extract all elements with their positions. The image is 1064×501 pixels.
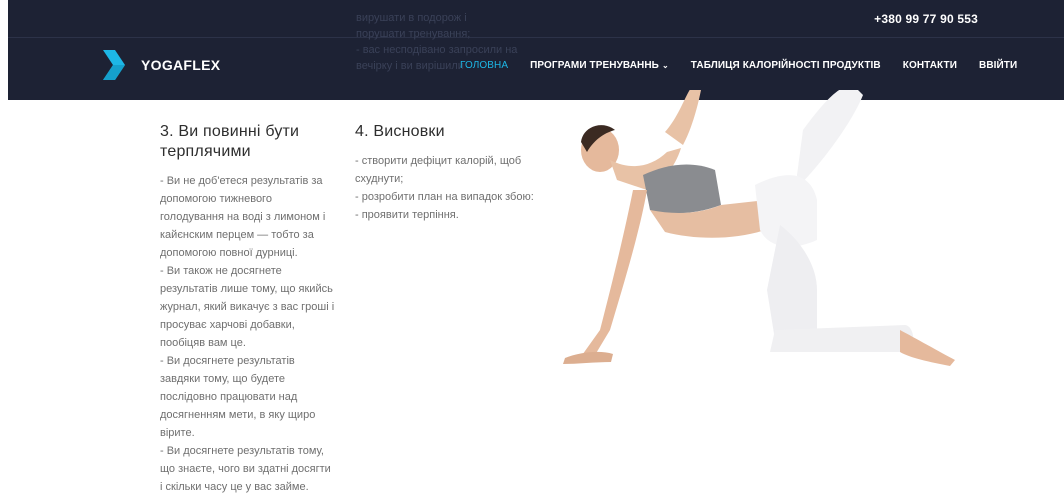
- section-title: 4. Висновки: [355, 123, 445, 140]
- yoga-woman-photo: [563, 90, 955, 366]
- site-header: вирушати в подорож і порушати тренування…: [8, 0, 1064, 100]
- nav-item-programs[interactable]: ПРОГРАМИ ТРЕНУВАННЬ ⌄: [530, 60, 669, 71]
- nav-item-calorie-table[interactable]: ТАБЛИЦЯ КАЛОРІЙНОСТІ ПРОДУКТІВ: [691, 60, 881, 71]
- topbar-divider: [8, 37, 1064, 38]
- logo-link[interactable]: YOGAFLEX: [103, 50, 220, 80]
- chevron-down-icon: ⌄: [661, 61, 669, 70]
- logo-text: YOGAFLEX: [141, 57, 221, 73]
- nav-item-login[interactable]: ВВІЙТИ: [979, 60, 1017, 71]
- nav-item-programs-label: ПРОГРАМИ ТРЕНУВАННЬ: [530, 60, 659, 71]
- nav-item-home[interactable]: ГОЛОВНА: [460, 60, 508, 71]
- page-gutter: [0, 0, 8, 501]
- section-conclusions: 4. Висновки - створити дефіцит калорій, …: [355, 122, 535, 224]
- main-nav: ГОЛОВНА ПРОГРАМИ ТРЕНУВАННЬ ⌄ ТАБЛИЦЯ КАЛ…: [460, 60, 1017, 71]
- section-title: 3. Ви повинні бути терплячими: [160, 123, 300, 160]
- section-body: - Ви не доб'етеся результатів за допомог…: [160, 175, 335, 493]
- yogaflex-logo-icon: [103, 50, 125, 80]
- section-patience: 3. Ви повинні бути терплячими - Ви не до…: [160, 122, 336, 496]
- phone-number-link[interactable]: +380 99 77 90 553: [874, 12, 978, 26]
- nav-item-contacts[interactable]: КОНТАКТИ: [903, 60, 957, 71]
- section-body: - створити дефіцит калорій, щоб схуднути…: [355, 155, 534, 221]
